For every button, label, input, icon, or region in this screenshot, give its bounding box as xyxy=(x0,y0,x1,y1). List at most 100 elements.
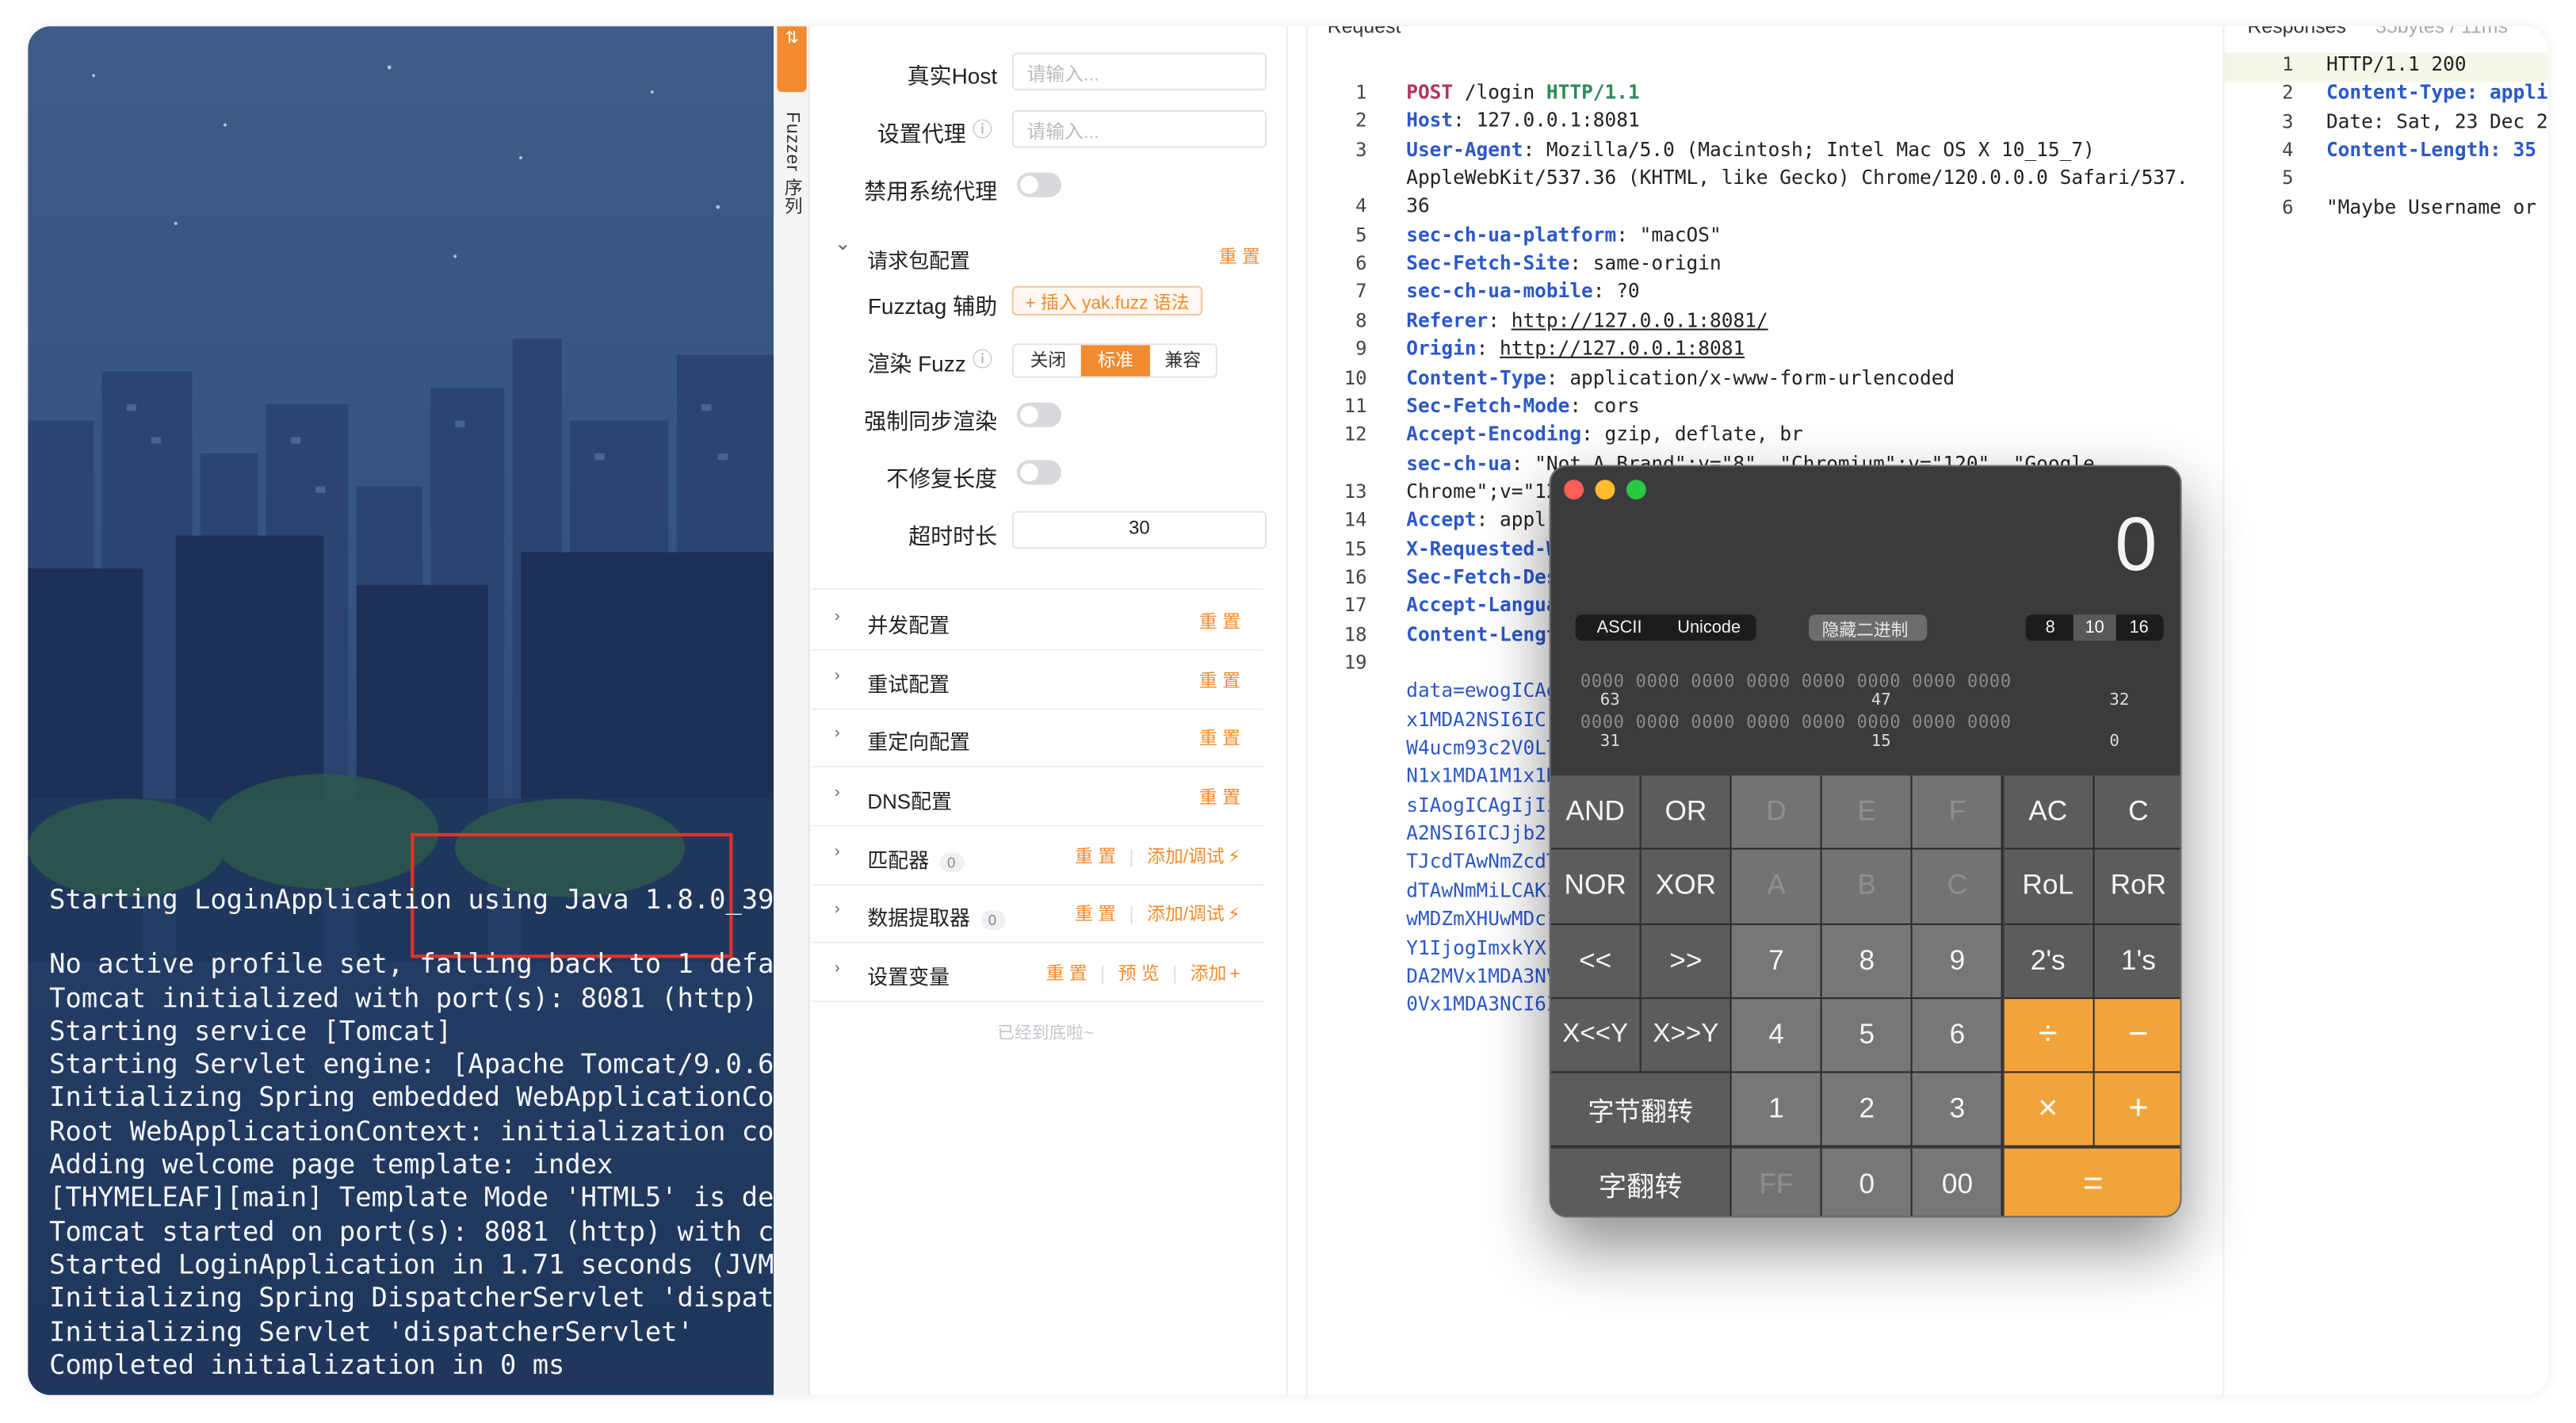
timeout-label: 超时时长 xyxy=(908,524,998,549)
calc-key[interactable]: 字翻转 xyxy=(1550,1147,1733,1216)
hide-binary-button[interactable]: 隐藏二进制 xyxy=(1809,614,1928,641)
base-option[interactable]: 10 xyxy=(2073,614,2116,641)
calc-key[interactable]: 5 xyxy=(1822,998,1913,1073)
close-button[interactable] xyxy=(1564,480,1584,500)
calc-key[interactable]: 4 xyxy=(1732,998,1823,1073)
reset-link[interactable]: 重 置 xyxy=(1075,848,1116,868)
calc-key[interactable]: 8 xyxy=(1822,924,1913,999)
zoom-button[interactable] xyxy=(1626,480,1646,500)
calc-key[interactable]: RoL xyxy=(2003,850,2094,925)
calc-key[interactable]: E xyxy=(1822,775,1913,851)
bits-row-high: 0000 0000 0000 0000 0000 0000 0000 0000 xyxy=(1580,671,2012,692)
reset-link[interactable]: 重 置 xyxy=(1199,613,1240,633)
disable-proxy-toggle[interactable] xyxy=(1017,172,1061,197)
calc-key[interactable]: × xyxy=(2003,1073,2094,1148)
calc-key[interactable]: = xyxy=(2003,1147,2180,1216)
config-section[interactable]: › DNS配置 重 置 xyxy=(811,767,1263,827)
reset-link[interactable]: 重 置 xyxy=(1075,905,1116,925)
calc-key[interactable]: − xyxy=(2093,998,2180,1073)
code-line: POST /login HTTP/1.1 xyxy=(1406,81,1639,104)
calc-key[interactable]: B xyxy=(1822,850,1913,925)
base-option[interactable]: 8 xyxy=(2029,614,2072,641)
render-option[interactable]: 兼容 xyxy=(1148,345,1216,376)
terminal-line: [THYMELEAF][main] Template Mode 'HTML5' … xyxy=(49,1182,774,1214)
header-link[interactable]: http://127.0.0.1:8081/ xyxy=(1512,308,1768,331)
body-data-line: N1x1MDA1M1x1N xyxy=(1406,764,1558,788)
calc-key[interactable]: NOR xyxy=(1550,850,1642,925)
calc-key[interactable]: RoR xyxy=(2093,850,2180,925)
calc-key[interactable]: 2's xyxy=(2003,924,2094,999)
reset-link[interactable]: 重 置 xyxy=(1046,965,1087,985)
add-debug-link[interactable]: 添加/调试 xyxy=(1147,848,1225,868)
bits-labels-low: 31 15 0 xyxy=(1580,733,2155,755)
calc-key[interactable]: 2 xyxy=(1822,1073,1913,1148)
config-section[interactable]: › 数据提取器 0 重 置 | 添加/调试 ⚡ xyxy=(811,884,1263,943)
calc-key[interactable]: 1's xyxy=(2093,924,2180,999)
render-option[interactable]: 标准 xyxy=(1080,345,1150,377)
calc-key[interactable]: X>>Y xyxy=(1641,998,1733,1073)
no-fix-length-toggle[interactable] xyxy=(1017,460,1061,485)
calc-key[interactable]: F xyxy=(1913,775,2004,851)
calc-key[interactable]: OR xyxy=(1641,775,1733,851)
calc-key[interactable]: C xyxy=(1913,850,2004,925)
calc-key[interactable]: XOR xyxy=(1641,850,1733,925)
calc-key[interactable]: AND xyxy=(1550,775,1642,851)
reset-link[interactable]: 重 置 xyxy=(1199,789,1240,809)
calc-key[interactable]: ÷ xyxy=(2003,998,2094,1073)
config-section[interactable]: › 并发配置 重 置 xyxy=(811,591,1263,651)
code-line: X-Requested-W xyxy=(1406,537,1557,560)
reset-link[interactable]: 重 置 xyxy=(1199,729,1240,749)
terminal-line: Root WebApplicationContext: initializati… xyxy=(49,1115,774,1147)
code-line: sec-ch-ua-platform: "macOS" xyxy=(1406,223,1721,246)
calc-key[interactable]: 3 xyxy=(1913,1073,2004,1148)
timeout-input[interactable]: 30 xyxy=(1011,511,1267,549)
calc-key[interactable]: C xyxy=(2093,775,2180,851)
fuzzer-sequence-tab[interactable]: Fuzzer 序列 xyxy=(778,112,805,216)
encoding-segment[interactable]: ASCII Unicode xyxy=(1575,614,1756,641)
bit-position-label: 0 xyxy=(2109,733,2119,752)
calc-key[interactable]: 9 xyxy=(1913,924,2004,999)
base-option[interactable]: 16 xyxy=(2118,614,2161,641)
calc-key[interactable]: + xyxy=(2093,1073,2180,1148)
real-host-input[interactable]: 请输入... xyxy=(1011,52,1267,90)
section-title: 并发配置 xyxy=(867,614,950,638)
calc-key[interactable]: 7 xyxy=(1732,924,1823,999)
sync-render-toggle[interactable] xyxy=(1017,402,1061,427)
proxy-input[interactable]: 请输入... xyxy=(1011,109,1267,148)
http-method: POST xyxy=(1406,80,1454,104)
header-link[interactable]: http://127.0.0.1:8081 xyxy=(1500,337,1745,360)
config-section[interactable]: › 设置变量 重 置 | 预 览 | 添加 + xyxy=(811,943,1263,1003)
line-number: 10 xyxy=(1343,365,1367,389)
calc-key[interactable]: 00 xyxy=(1913,1147,2004,1216)
add-debug-link[interactable]: 添加/调试 xyxy=(1147,905,1225,925)
sliders-icon[interactable]: ⇅ xyxy=(777,26,807,93)
add-link[interactable]: 添加 xyxy=(1191,965,1227,985)
config-section[interactable]: › 重试配置 重 置 xyxy=(811,651,1263,710)
calc-key[interactable]: 0 xyxy=(1822,1147,1913,1216)
base-segment[interactable]: 8 10 16 xyxy=(2025,614,2164,641)
calc-key[interactable]: 6 xyxy=(1913,998,2004,1073)
unicode-option[interactable]: Unicode xyxy=(1677,618,1741,637)
header-key: sec-ch-ua-platform xyxy=(1406,223,1617,247)
insert-fuzz-button[interactable]: + 插入 yak.fuzz 语法 xyxy=(1011,285,1203,316)
minimize-button[interactable] xyxy=(1595,480,1615,500)
request-config-section[interactable]: ⌄ 请求包配置 重 置 xyxy=(812,231,1263,277)
config-section[interactable]: › 匹配器 0 重 置 | 添加/调试 ⚡ xyxy=(811,827,1263,886)
calc-key[interactable]: FF xyxy=(1732,1147,1823,1216)
calc-key[interactable]: 字节翻转 xyxy=(1550,1073,1733,1148)
render-fuzz-segment[interactable]: 关闭 标准 兼容 xyxy=(1011,343,1217,378)
config-section[interactable]: › 重定向配置 重 置 xyxy=(811,708,1263,767)
calc-key[interactable]: A xyxy=(1732,850,1823,925)
binary-bits[interactable]: 0000 0000 0000 0000 0000 0000 0000 0000 … xyxy=(1580,672,2155,756)
calc-key[interactable]: AC xyxy=(2003,775,2094,851)
calc-key[interactable]: << xyxy=(1550,924,1642,999)
reset-link[interactable]: 重 置 xyxy=(1199,672,1240,692)
calc-key[interactable]: X<<Y xyxy=(1550,998,1642,1073)
calc-key[interactable]: >> xyxy=(1641,924,1733,999)
ascii-option[interactable]: ASCII xyxy=(1597,618,1642,637)
calc-key[interactable]: 1 xyxy=(1732,1073,1823,1148)
reset-link[interactable]: 重 置 xyxy=(1219,243,1260,270)
preview-link[interactable]: 预 览 xyxy=(1118,965,1160,985)
calc-key[interactable]: D xyxy=(1732,775,1823,851)
render-option[interactable]: 关闭 xyxy=(1014,345,1083,376)
